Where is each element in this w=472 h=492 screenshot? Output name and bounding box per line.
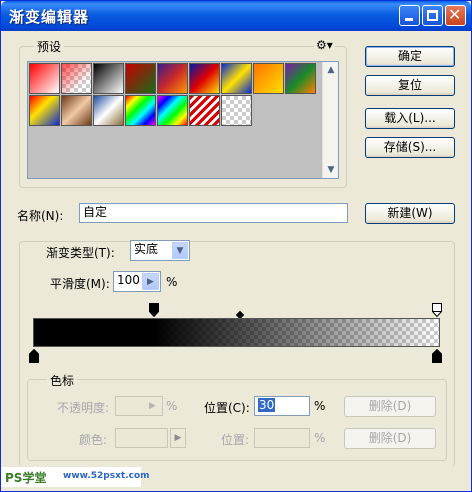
reset-button[interactable]: 复位 (365, 75, 455, 96)
watermark: PS学堂 www.52psxt.com (1, 467, 150, 487)
minimize-button[interactable] (399, 5, 420, 26)
minimize-icon (405, 18, 413, 21)
color-menu-arrow-icon[interactable]: ▶ (170, 428, 186, 448)
gear-icon[interactable]: ⚙▾ (314, 38, 335, 52)
maximize-button[interactable] (422, 5, 443, 26)
preset-swatch-chrome[interactable] (93, 95, 124, 126)
maximize-icon (427, 10, 438, 21)
color-position-unit: % (314, 431, 326, 445)
opacity-unit: % (166, 399, 178, 413)
watermark-url: www.52psxt.com (63, 471, 150, 481)
preset-swatch-red-green[interactable] (125, 63, 156, 94)
preset-scrollbar[interactable]: ▲ ▼ (322, 62, 338, 178)
preset-swatch-spectrum[interactable] (125, 95, 156, 126)
color-position-input[interactable] (254, 428, 310, 448)
color-swatch[interactable] (115, 428, 168, 448)
preset-swatch-orange-yellow[interactable] (253, 63, 284, 94)
opacity-input[interactable]: ▶ (115, 396, 163, 416)
opacity-stop-black[interactable] (149, 303, 159, 317)
gradient-type-value: 实底 (134, 242, 159, 256)
gradient-type-label: 渐变类型(T): (43, 244, 118, 261)
gradient-preview-bar[interactable] (33, 318, 440, 347)
preset-swatch-list: ▲ ▼ (27, 61, 339, 179)
color-position-label: 位置: (221, 433, 250, 447)
opacity-label: 不透明度: (57, 401, 110, 415)
ok-button[interactable]: 确定 (365, 46, 455, 67)
presets-label: 预设 (34, 38, 65, 55)
watermark-logo: PS学堂 (5, 471, 47, 485)
gradient-fill (34, 319, 439, 346)
preset-swatch-red-to-transparent[interactable] (29, 63, 60, 94)
preset-swatch-stripes-red-blue[interactable] (29, 95, 60, 126)
opacity-stop-transparent[interactable] (432, 303, 442, 317)
position-label: 位置(C): (204, 401, 250, 415)
color-stops-label: 色标 (47, 372, 78, 389)
load-button[interactable]: 载入(L)... (365, 108, 455, 129)
preset-swatch-blue-yellow-blue[interactable] (221, 63, 252, 94)
close-button[interactable]: ✕ (445, 5, 466, 26)
delete-color-stop-button[interactable]: 删除(D) (344, 428, 436, 449)
color-stop-right[interactable] (432, 349, 442, 363)
gradient-editor-window: 渐变编辑器 ✕ 预设 ⚙▾ ▲ ▼ 确定 复位 载入(L)... 存储(S)..… (0, 0, 472, 492)
preset-swatch-transparent-stripes[interactable] (221, 95, 252, 126)
name-input[interactable]: 自定 (79, 203, 348, 223)
position-input[interactable]: 30 (254, 396, 310, 416)
chevron-right-icon[interactable]: ▶ (142, 273, 159, 290)
color-stop-left[interactable] (29, 349, 39, 363)
scroll-down-icon[interactable]: ▼ (323, 162, 339, 178)
chevron-down-icon[interactable]: ▼ (172, 242, 188, 259)
smoothness-input[interactable]: 100 ▶ (113, 271, 161, 292)
preset-swatch-copper[interactable] (61, 95, 92, 126)
preset-swatch-black-to-white[interactable] (93, 63, 124, 94)
scroll-up-icon[interactable]: ▲ (323, 62, 339, 78)
window-title: 渐变编辑器 (9, 8, 90, 26)
delete-opacity-stop-button[interactable]: 删除(D) (344, 396, 436, 417)
preset-swatch-blue-red-yellow[interactable] (189, 63, 220, 94)
new-button[interactable]: 新建(W) (365, 203, 455, 224)
save-button[interactable]: 存储(S)... (365, 137, 455, 158)
smoothness-value: 100 (117, 273, 140, 287)
chevron-right-icon[interactable]: ▶ (144, 398, 161, 414)
smoothness-unit: % (166, 275, 178, 289)
preset-swatch-red-checker[interactable] (61, 63, 92, 94)
title-bar[interactable]: 渐变编辑器 ✕ (1, 1, 471, 31)
name-label: 名称(N): (17, 209, 64, 223)
gradient-type-select[interactable]: 实底 ▼ (130, 240, 190, 261)
smoothness-label: 平滑度(M): (50, 277, 110, 291)
preset-swatch-violet-green-orange[interactable] (285, 63, 316, 94)
close-icon: ✕ (448, 5, 462, 24)
preset-swatch-violet-orange[interactable] (157, 63, 188, 94)
color-label: 颜色: (79, 433, 108, 447)
preset-swatch-rainbow[interactable] (157, 95, 188, 126)
position-value: 30 (258, 398, 276, 412)
position-unit: % (314, 399, 326, 413)
preset-swatch-red-stripes[interactable] (189, 95, 220, 126)
